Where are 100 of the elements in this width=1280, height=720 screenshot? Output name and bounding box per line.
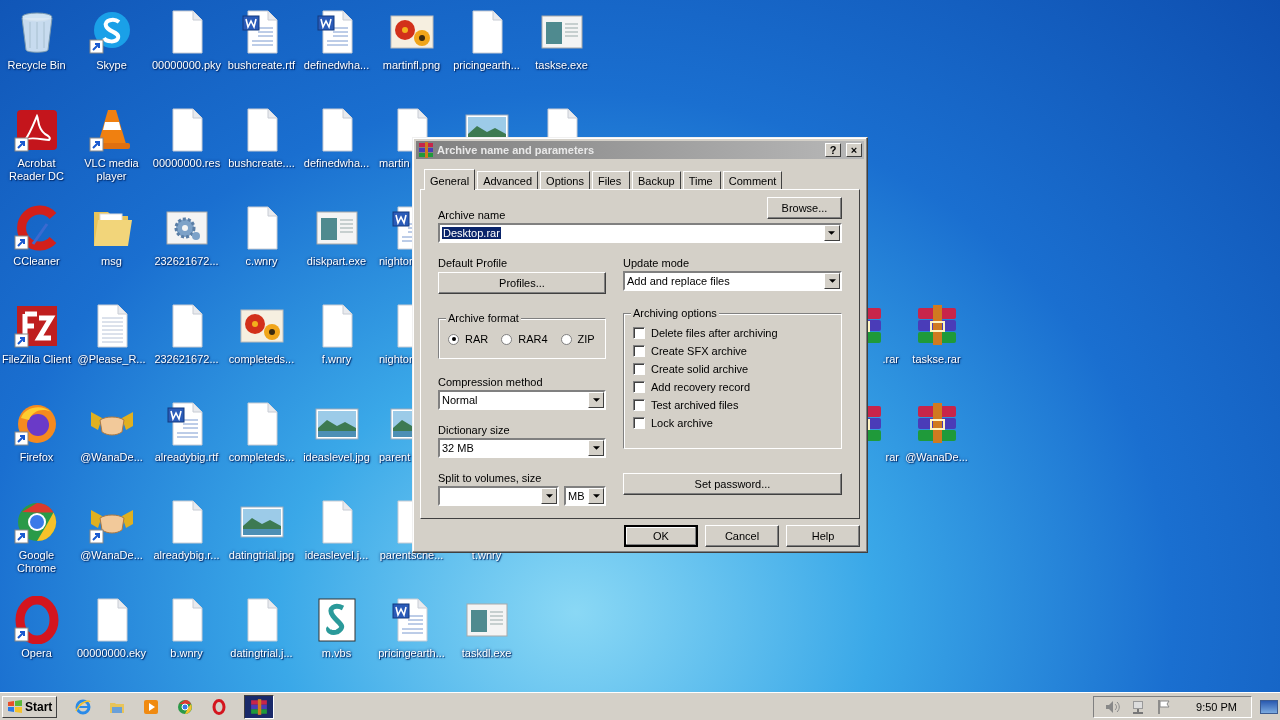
dropdown-button[interactable] [588,488,604,504]
radio-button[interactable] [501,333,513,345]
dialog-button[interactable]: OK [624,525,698,547]
combobox-value: 32 MB [441,442,475,454]
radio-label[interactable]: ZIP [577,333,595,345]
checkbox-label[interactable]: Create solid archive [651,363,749,375]
field-label: Dictionary size [438,424,511,437]
icon-label[interactable]: 00000000.eky [74,647,149,660]
icon-label[interactable]: Recycle Bin [0,59,74,72]
set-password-button[interactable]: Set password... [623,473,842,495]
taskbar-button[interactable] [244,694,275,719]
icon-label[interactable]: martinfl.png [374,59,449,72]
group-title: Archiving options [631,307,719,320]
dictionary-combobox[interactable]: 32 MB [438,438,606,458]
checkbox-label[interactable]: Delete files after archiving [651,327,778,339]
icon-label[interactable]: @WanaDe... [74,549,149,562]
icon-label[interactable]: pricingearth... [449,59,524,72]
icon-label[interactable]: taskse.rar [899,353,974,366]
clock[interactable]: 9:50 PM [1196,700,1237,713]
caret-icon [545,494,553,498]
checkbox-label[interactable]: Test archived files [651,399,739,411]
icon-label[interactable]: 00000000.pky [149,59,224,72]
checkbox[interactable] [633,327,645,339]
icon-label[interactable]: @WanaDe... [899,451,974,464]
radio-button[interactable] [560,333,572,345]
checkbox[interactable] [633,345,645,357]
close-button[interactable]: × [846,143,862,157]
tab[interactable]: Comment [722,171,783,189]
icon-label[interactable]: datingtrial.jpg [224,549,299,562]
checkbox[interactable] [633,381,645,393]
opera-icon[interactable] [211,698,228,715]
icon-label[interactable]: Google Chrome [0,549,74,575]
icon-label[interactable]: CCleaner [0,255,74,268]
combobox-value: Normal [441,394,479,406]
icon-label[interactable]: FileZilla Client [0,353,74,366]
icon-label[interactable]: msg [74,255,149,268]
icon-label[interactable]: @WanaDe... [74,451,149,464]
chrome-icon[interactable] [177,698,194,715]
icon-label[interactable]: bushcreate.rtf [224,59,299,72]
unit-combobox[interactable]: MB [564,486,606,506]
icon-label[interactable]: 232621672... [149,353,224,366]
tab[interactable]: Backup [632,171,681,189]
dropdown-button[interactable] [824,273,840,289]
icon-label[interactable]: definedwha... [299,157,374,170]
icon-label[interactable]: taskse.exe [524,59,599,72]
checkbox-label[interactable]: Add recovery record [651,381,751,393]
checkbox[interactable] [633,399,645,411]
field-label: Default Profile [438,257,509,270]
icon-label[interactable]: bushcreate.... [224,157,299,170]
opera-icon[interactable] [12,596,61,644]
checkbox[interactable] [633,417,645,429]
radio-button[interactable] [448,333,459,345]
icon-label[interactable]: completeds... [224,353,299,366]
flag-icon[interactable] [1156,698,1173,715]
dialog-button[interactable]: Help [786,525,860,547]
caret-icon [828,231,836,235]
icon-label[interactable]: alreadybig.r... [149,549,224,562]
icon-label[interactable]: Firefox [0,451,74,464]
icon-label[interactable]: alreadybig.rtf [149,451,224,464]
icon-label[interactable]: completeds... [224,451,299,464]
dropdown-button[interactable] [541,488,557,504]
icon-label[interactable]: datingtrial.j... [224,647,299,660]
icon-label[interactable]: 00000000.res [149,157,224,170]
icon-label[interactable]: VLC media player [74,157,149,183]
icon-label[interactable]: @Please_R... [74,353,149,366]
tab[interactable]: General [424,169,476,190]
icon-label[interactable]: diskpart.exe [299,255,374,268]
dialog-button[interactable]: Cancel [705,525,779,547]
start-button[interactable]: Start [2,695,58,718]
icon-label[interactable]: c.wnry [224,255,299,268]
help-button[interactable]: ? [825,143,841,157]
icon-label[interactable]: 232621672... [149,255,224,268]
checkbox-label[interactable]: Lock archive [651,417,713,429]
dropdown-button[interactable] [588,440,604,456]
icon-label[interactable]: b.wnry [149,647,224,660]
radio-label[interactable]: RAR4 [518,333,548,345]
radio-label[interactable]: RAR [465,333,489,345]
icon-label[interactable]: Skype [74,59,149,72]
update-mode-combobox[interactable]: Add and replace files [623,271,842,291]
tab[interactable]: Files [592,171,630,189]
tab[interactable]: Advanced [477,171,539,189]
archive-books-icon [418,142,434,158]
checkbox-label[interactable]: Create SFX archive [651,345,747,357]
archive-name-combobox[interactable]: Desktop.rar [438,223,842,243]
icon-label[interactable]: f.wnry [299,353,374,366]
field-label: Archive name [438,209,506,222]
checkbox[interactable] [633,363,645,375]
icon-label[interactable]: Acrobat Reader DC [0,157,74,183]
icon-label[interactable]: definedwha... [299,59,374,72]
volume-size-combobox[interactable] [438,486,559,506]
dropdown-button[interactable] [824,225,840,241]
browse-button[interactable]: Browse... [767,197,842,219]
tab[interactable]: Time [682,171,721,189]
icon-label[interactable]: Opera [0,647,74,660]
show-desktop-button[interactable] [1260,699,1278,714]
compression-combobox[interactable]: Normal [438,390,606,410]
icon-label[interactable]: ideaslevel.jpg [299,451,374,464]
profiles-button[interactable]: Profiles... [438,272,606,294]
tab[interactable]: Options [540,171,590,189]
dropdown-button[interactable] [588,392,604,408]
